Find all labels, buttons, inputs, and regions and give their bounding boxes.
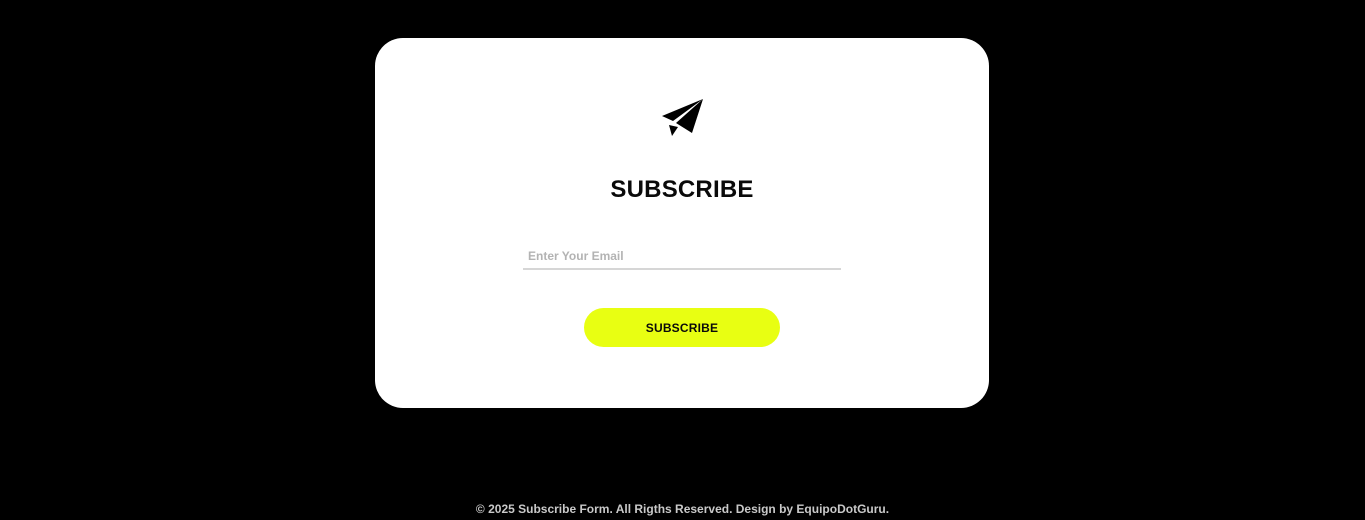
footer-text: © 2025 Subscribe Form. All Rigths Reserv… xyxy=(475,502,890,516)
page: SUBSCRIBE SUBSCRIBE © 2025 Subscribe For… xyxy=(0,0,1365,520)
email-field[interactable] xyxy=(523,244,841,270)
subscribe-card xyxy=(375,38,989,408)
subscribe-title: SUBSCRIBE xyxy=(610,176,754,203)
subscribe-button[interactable]: SUBSCRIBE xyxy=(584,308,780,347)
paper-plane-icon xyxy=(659,97,705,139)
